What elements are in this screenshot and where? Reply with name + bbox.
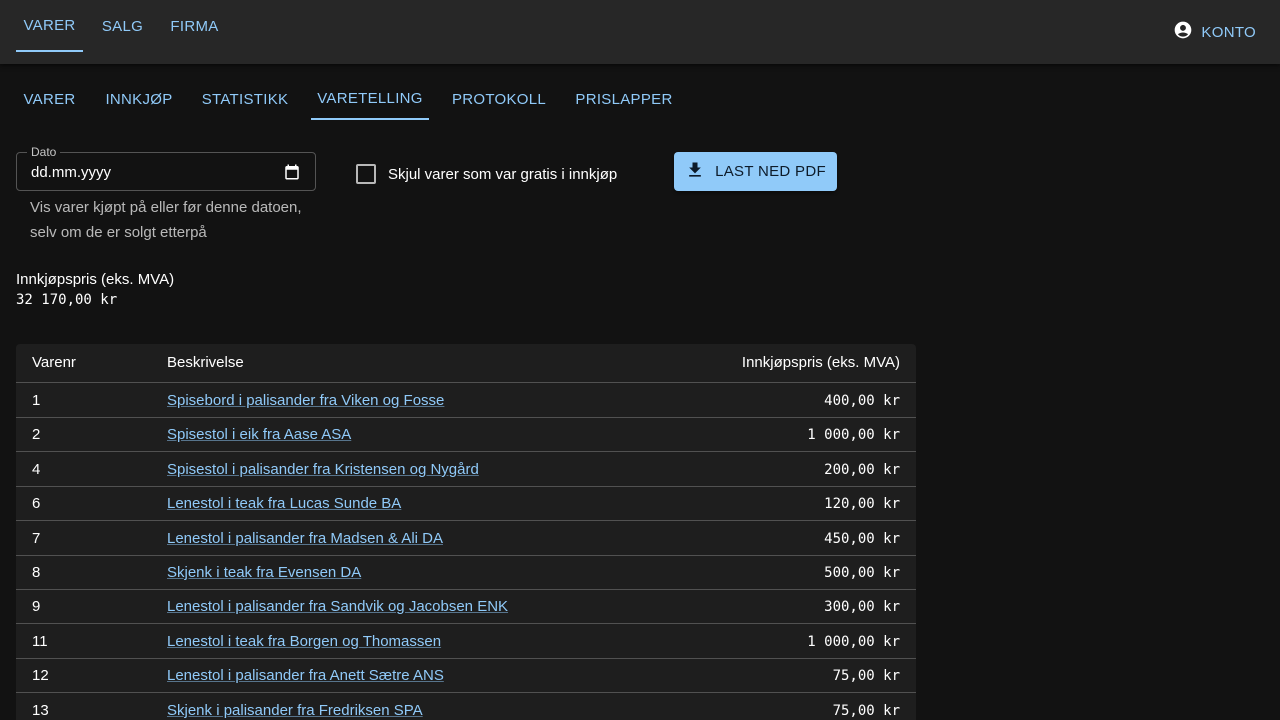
cell-price: 200,00 kr	[824, 462, 900, 478]
date-field-label: Dato	[27, 145, 61, 159]
header-beskrivelse: Beskrivelse	[167, 354, 244, 371]
calendar-icon[interactable]	[283, 163, 301, 181]
cell-price: 300,00 kr	[824, 599, 900, 615]
cell-varenr: 6	[32, 495, 41, 512]
table-row: 2 Spisestol i eik fra Aase ASA 1 000,00 …	[16, 417, 916, 452]
cell-price: 450,00 kr	[824, 531, 900, 547]
tab-varetelling[interactable]: VARETELLING	[311, 79, 429, 120]
cell-varenr: 1	[32, 392, 41, 409]
checkbox-label: Skjul varer som var gratis i innkjøp	[388, 165, 618, 183]
date-helper-text: Vis varer kjøpt på eller før denne datoe…	[30, 199, 302, 241]
table-row: 4 Spisestol i palisander fra Kristensen …	[16, 452, 916, 487]
cell-price: 75,00 kr	[832, 703, 900, 719]
date-field[interactable]: Dato dd.mm.yyyy	[16, 145, 316, 191]
cell-description-link[interactable]: Lenestol i palisander fra Madsen & Ali D…	[167, 530, 443, 547]
tab-varer[interactable]: VARER	[16, 79, 83, 120]
cell-price: 75,00 kr	[832, 668, 900, 684]
table-row: 12 Lenestol i palisander fra Anett Sætre…	[16, 658, 916, 693]
cell-description-link[interactable]: Spisestol i palisander fra Kristensen og…	[167, 461, 479, 478]
header-innkjopspris: Innkjøpspris (eks. MVA)	[741, 354, 900, 371]
cell-description-link[interactable]: Skjenk i palisander fra Fredriksen SPA	[167, 702, 423, 719]
download-icon	[685, 160, 705, 184]
download-pdf-label: LAST NED PDF	[715, 163, 826, 180]
table-header: Varenr Beskrivelse Innkjøpspris (eks. MV…	[16, 344, 916, 383]
cell-description-link[interactable]: Lenestol i teak fra Lucas Sunde BA	[167, 495, 401, 512]
summary-label: Innkjøpspris (eks. MVA)	[16, 271, 175, 288]
cell-description-link[interactable]: Spisebord i palisander fra Viken og Foss…	[167, 392, 444, 409]
table-row: 7 Lenestol i palisander fra Madsen & Ali…	[16, 521, 916, 556]
cell-varenr: 8	[32, 564, 41, 581]
top-tab-salg[interactable]: SALG	[91, 0, 154, 52]
cell-description-link[interactable]: Lenestol i palisander fra Sandvik og Jac…	[167, 598, 508, 615]
date-input[interactable]: dd.mm.yyyy	[31, 164, 111, 181]
cell-varenr: 7	[32, 530, 41, 547]
account-circle-icon	[1173, 20, 1193, 44]
account-label: KONTO	[1201, 23, 1256, 41]
top-tab-varer[interactable]: VARER	[16, 0, 83, 52]
app-bar: VARER SALG FIRMA KONTO	[0, 0, 1280, 64]
cell-price: 400,00 kr	[824, 393, 900, 409]
cell-description-link[interactable]: Lenestol i teak fra Borgen og Thomassen	[167, 633, 441, 650]
cell-description-link[interactable]: Lenestol i palisander fra Anett Sætre AN…	[167, 667, 444, 684]
tab-protokoll[interactable]: PROTOKOLL	[445, 79, 553, 120]
cell-price: 120,00 kr	[824, 496, 900, 512]
tab-statistikk[interactable]: STATISTIKK	[195, 79, 295, 120]
top-tab-firma[interactable]: FIRMA	[162, 0, 227, 52]
cell-description-link[interactable]: Skjenk i teak fra Evensen DA	[167, 564, 361, 581]
table-row: 8 Skjenk i teak fra Evensen DA 500,00 kr	[16, 555, 916, 590]
cell-varenr: 9	[32, 598, 41, 615]
cell-varenr: 12	[32, 667, 49, 684]
account-button[interactable]: KONTO	[1173, 20, 1256, 44]
table-row: 9 Lenestol i palisander fra Sandvik og J…	[16, 589, 916, 624]
inventory-table: Varenr Beskrivelse Innkjøpspris (eks. MV…	[16, 344, 916, 720]
cell-varenr: 4	[32, 461, 41, 478]
table-row: 13 Skjenk i palisander fra Fredriksen SP…	[16, 693, 916, 720]
table-row: 1 Spisebord i palisander fra Viken og Fo…	[16, 383, 916, 418]
table-row: 6 Lenestol i teak fra Lucas Sunde BA 120…	[16, 486, 916, 521]
cell-price: 500,00 kr	[824, 565, 900, 581]
cell-description-link[interactable]: Spisestol i eik fra Aase ASA	[167, 426, 351, 443]
cell-price: 1 000,00 kr	[807, 427, 900, 443]
checkbox-box[interactable]	[356, 164, 376, 184]
tab-innkjop[interactable]: INNKJØP	[91, 79, 187, 120]
download-pdf-button[interactable]: LAST NED PDF	[674, 152, 837, 191]
tab-prislapper[interactable]: PRISLAPPER	[569, 79, 679, 120]
summary-value: 32 170,00 kr	[16, 292, 118, 308]
hide-free-items-checkbox[interactable]: Skjul varer som var gratis i innkjøp	[356, 163, 617, 185]
table-row: 11 Lenestol i teak fra Borgen og Thomass…	[16, 624, 916, 659]
cell-varenr: 11	[32, 633, 48, 650]
cell-varenr: 13	[32, 702, 49, 719]
cell-price: 1 000,00 kr	[807, 634, 900, 650]
cell-varenr: 2	[32, 426, 41, 443]
header-varenr: Varenr	[32, 354, 76, 371]
